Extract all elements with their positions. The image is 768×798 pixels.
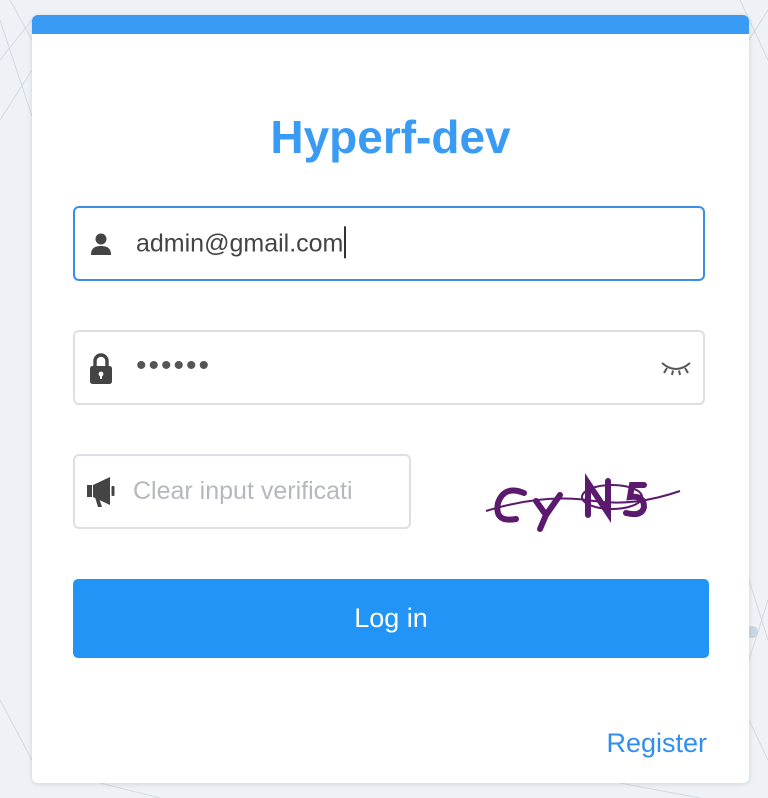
lock-icon: [90, 352, 112, 384]
password-value: ••••••: [136, 349, 212, 383]
app-title: Hyperf-dev: [270, 111, 511, 163]
captcha-field[interactable]: [73, 454, 411, 529]
text-caret: [344, 226, 347, 259]
user-icon: [91, 233, 111, 255]
password-field[interactable]: ••••••: [73, 330, 705, 405]
register-link[interactable]: Register: [606, 728, 707, 759]
username-value: admin@gmail.com: [136, 228, 344, 257]
captcha-image[interactable]: [484, 463, 684, 535]
login-button[interactable]: Log in: [73, 579, 709, 658]
eye-closed-icon[interactable]: [659, 358, 693, 378]
megaphone-icon: [87, 476, 115, 507]
login-card: Hyperf-dev admin@gmail.com •••••• Clear …: [32, 15, 749, 783]
captcha-input[interactable]: [133, 456, 388, 527]
username-field[interactable]: admin@gmail.com: [73, 206, 705, 281]
card-top-bar: [32, 15, 749, 34]
